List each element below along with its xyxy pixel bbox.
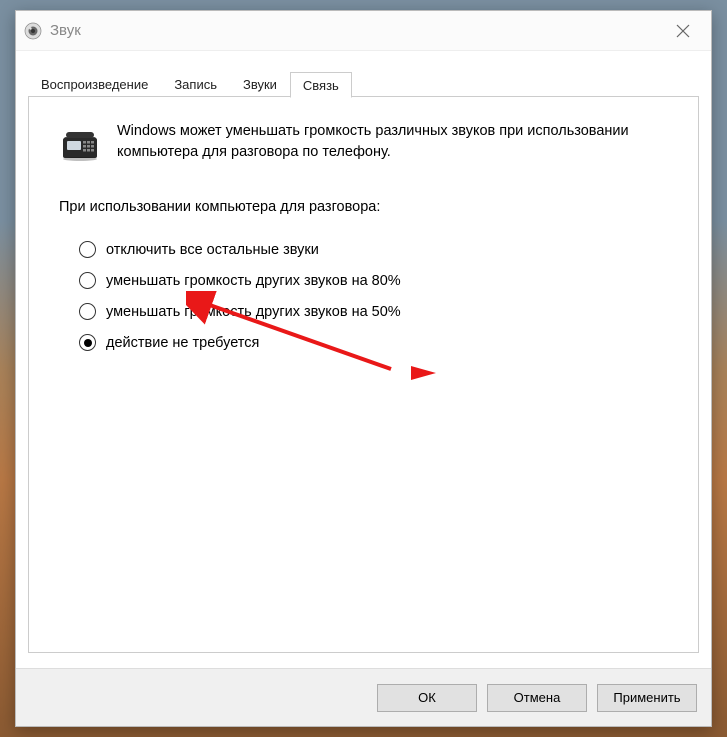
window-title: Звук [50, 22, 663, 39]
annotation-arrow-2 [406, 361, 446, 391]
description-text: Windows может уменьшать громкость различ… [117, 121, 668, 163]
tab-sounds[interactable]: Звуки [230, 71, 290, 97]
phone-icon [59, 121, 101, 163]
tab-recording[interactable]: Запись [161, 71, 230, 97]
cancel-button[interactable]: Отмена [487, 684, 587, 712]
radio-group: отключить все остальные звуки уменьшать … [59, 241, 668, 351]
radio-icon [79, 241, 96, 258]
sound-dialog: Звук Воспроизведение Запись Звуки Связь [15, 10, 712, 727]
tab-bar: Воспроизведение Запись Звуки Связь [16, 51, 711, 97]
radio-label: уменьшать громкость других звуков на 80% [106, 273, 401, 289]
speaker-icon [24, 22, 42, 40]
radio-reduce-80[interactable]: уменьшать громкость других звуков на 80% [79, 272, 668, 289]
apply-button[interactable]: Применить [597, 684, 697, 712]
question-label: При использовании компьютера для разгово… [59, 199, 668, 215]
ok-button[interactable]: ОК [377, 684, 477, 712]
radio-label: отключить все остальные звуки [106, 242, 319, 258]
radio-icon [79, 272, 96, 289]
close-button[interactable] [663, 16, 703, 46]
tab-communications[interactable]: Связь [290, 72, 352, 98]
tab-playback[interactable]: Воспроизведение [28, 71, 161, 97]
radio-label: уменьшать громкость других звуков на 50% [106, 304, 401, 320]
radio-icon [79, 334, 96, 351]
tab-content: Windows может уменьшать громкость различ… [28, 97, 699, 653]
radio-reduce-50[interactable]: уменьшать громкость других звуков на 50% [79, 303, 668, 320]
radio-mute-all[interactable]: отключить все остальные звуки [79, 241, 668, 258]
radio-icon [79, 303, 96, 320]
radio-do-nothing[interactable]: действие не требуется [79, 334, 668, 351]
dialog-footer: ОК Отмена Применить [16, 668, 711, 726]
radio-label: действие не требуется [106, 335, 259, 351]
titlebar: Звук [16, 11, 711, 51]
